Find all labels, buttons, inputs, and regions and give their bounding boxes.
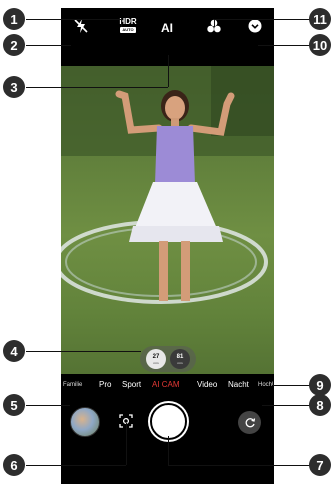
gallery-thumbnail[interactable] [70,407,100,437]
camera-switch-icon[interactable] [238,411,261,434]
callout-3: 3 [3,76,25,98]
callout-vline-1 [121,19,122,27]
mode-video[interactable]: Video [197,380,217,389]
mode-selector: Familie Pro Sport AI CAM Video Nacht Hoc… [61,374,274,400]
hdr-auto-label: AUTO [120,27,136,33]
callout-line-9 [272,385,310,386]
callout-line-2 [26,45,71,46]
chevron-down-circle-icon[interactable] [248,19,262,33]
callout-11: 11 [309,8,331,30]
callout-6: 6 [3,454,25,476]
ai-toggle[interactable]: AI [161,21,173,35]
mode-familie[interactable]: Familie [63,382,82,388]
callout-line-1 [26,19,121,20]
callout-line-11 [214,19,310,20]
callout-8: 8 [309,394,331,416]
zoom-81mm-button[interactable]: 81 mm [170,349,190,369]
viewfinder-preview[interactable]: 27 mm 81 mm [61,66,274,374]
callout-vline-7 [168,436,169,465]
callout-line-3 [26,87,168,88]
callout-5: 5 [3,394,25,416]
callout-vline-3 [168,55,169,87]
mode-nacht[interactable]: Nacht [228,380,249,389]
callout-line-8 [262,405,310,406]
callout-vline-11 [214,19,215,27]
callout-9: 9 [309,374,331,396]
mode-ai-cam[interactable]: AI CAM [152,380,180,389]
zoom-27mm-button[interactable]: 27 mm [146,349,166,369]
flash-off-icon[interactable] [73,18,89,34]
zoom-27-value: 27 [152,353,160,360]
callout-vline-6 [126,423,127,465]
callout-7: 7 [309,454,331,476]
callout-line-4 [26,351,141,352]
callout-line-10 [258,45,310,46]
callout-4: 4 [3,340,25,362]
callout-1: 1 [3,8,25,30]
callout-line-6 [26,465,126,466]
mode-sport[interactable]: Sport [122,380,141,389]
zoom-81-value: 81 [176,353,184,360]
callout-line-5 [26,405,70,406]
callout-line-7 [168,465,310,466]
scene-image [61,66,274,304]
mode-pro[interactable]: Pro [99,380,111,389]
zoom-27-unit: mm [153,360,159,365]
hdr-button[interactable]: HDR AUTO [116,17,140,37]
callout-2: 2 [3,34,25,56]
zoom-selector: 27 mm 81 mm [140,346,196,372]
shutter-button[interactable] [150,403,187,440]
callout-10: 10 [309,34,331,56]
zoom-81-unit: mm [177,360,183,365]
